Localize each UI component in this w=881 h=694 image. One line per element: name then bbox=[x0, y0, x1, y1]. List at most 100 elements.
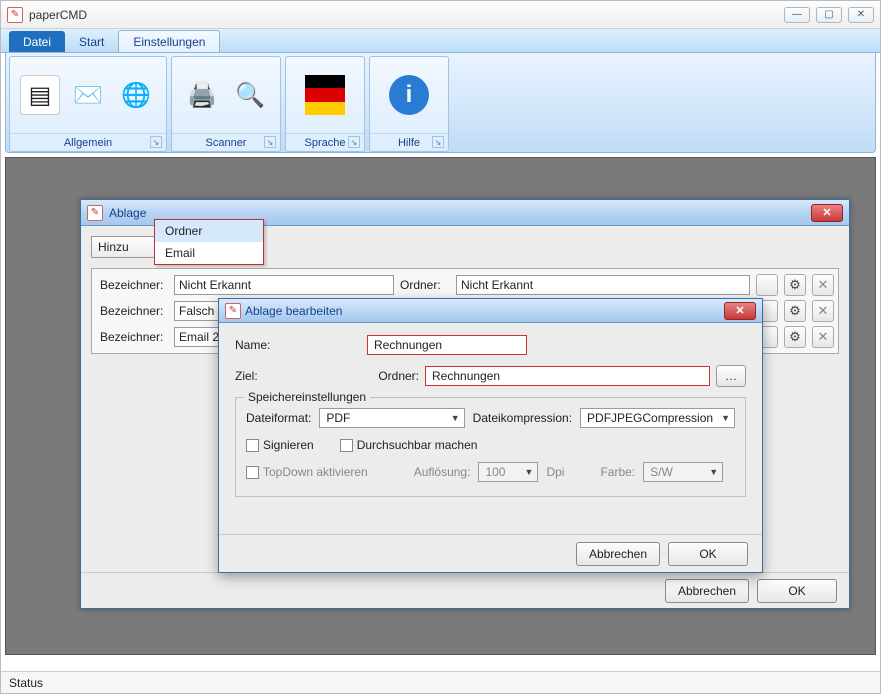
checkbox-icon bbox=[340, 439, 353, 452]
row-blank-button[interactable] bbox=[756, 274, 778, 296]
dialog-close-button[interactable]: ✕ bbox=[724, 302, 756, 320]
ziel-folder-label: Ordner: bbox=[367, 369, 419, 383]
row-delete-button[interactable]: ✕ bbox=[812, 300, 834, 322]
chevron-down-icon: ▼ bbox=[525, 467, 534, 477]
name-label: Name: bbox=[235, 338, 289, 352]
tab-einstellungen[interactable]: Einstellungen bbox=[118, 30, 220, 52]
window-title: paperCMD bbox=[29, 8, 784, 22]
app-icon: ✎ bbox=[7, 7, 23, 23]
ziel-folder-input[interactable]: Rechnungen bbox=[425, 366, 710, 386]
launcher-icon[interactable]: ↘ bbox=[150, 136, 162, 148]
ribbon-group-sprache: Sprache ↘ bbox=[285, 56, 365, 152]
searchable-checkbox[interactable]: Durchsuchbar machen bbox=[340, 438, 478, 452]
dialog-icon: ✎ bbox=[225, 303, 241, 319]
ribbon-group-scanner: 🖨️ 🔍 Scanner ↘ bbox=[171, 56, 281, 152]
ribbon-group-allgemein: ▤ ✉️ 🌐 Allgemein ↘ bbox=[9, 56, 167, 152]
mail-icon[interactable]: ✉️ bbox=[68, 75, 108, 115]
info-icon[interactable]: i bbox=[389, 75, 429, 115]
ziel-label: Ziel: bbox=[235, 369, 289, 383]
resolution-combo: 100 ▼ bbox=[478, 462, 538, 482]
row-gear-button[interactable]: ⚙ bbox=[784, 274, 806, 296]
row-delete-button[interactable]: ✕ bbox=[812, 326, 834, 348]
scanner-icon[interactable]: 🖨️ bbox=[182, 75, 222, 115]
dialog-body: Name: Rechnungen Ziel: Ordner: Rechnunge… bbox=[219, 323, 762, 534]
compression-label: Dateikompression: bbox=[473, 411, 572, 425]
ablage-icon: ✎ bbox=[87, 205, 103, 221]
row-gear-button[interactable]: ⚙ bbox=[784, 300, 806, 322]
dialog-title: Ablage bearbeiten bbox=[245, 304, 724, 318]
ribbon-label-scanner: Scanner bbox=[206, 137, 247, 149]
dpi-label: Dpi bbox=[546, 465, 564, 479]
row-delete-button[interactable]: ✕ bbox=[812, 274, 834, 296]
storage-groupbox: Speichereinstellungen Dateiformat: PDF ▼… bbox=[235, 397, 746, 497]
browse-button[interactable]: … bbox=[716, 365, 746, 387]
minimize-button[interactable]: — bbox=[784, 7, 810, 23]
add-button-label: Hinzu bbox=[98, 240, 129, 254]
ablage-cancel-button[interactable]: Abbrechen bbox=[665, 579, 749, 603]
ablage-close-button[interactable]: ✕ bbox=[811, 204, 843, 222]
col-label-bezeichner: Bezeichner: bbox=[96, 330, 168, 344]
network-icon[interactable]: 🌐 bbox=[116, 75, 156, 115]
flag-de-icon[interactable] bbox=[305, 75, 345, 115]
searchable-label: Durchsuchbar machen bbox=[357, 438, 478, 452]
ablage-title: Ablage bbox=[109, 206, 811, 220]
ribbon-group-hilfe: i Hilfe ↘ bbox=[369, 56, 449, 152]
ribbon-label-hilfe: Hilfe bbox=[398, 137, 420, 149]
fileformat-combo[interactable]: PDF ▼ bbox=[319, 408, 464, 428]
resolution-value: 100 bbox=[485, 465, 505, 479]
name-input[interactable]: Rechnungen bbox=[367, 335, 527, 355]
close-button[interactable]: ✕ bbox=[848, 7, 874, 23]
col-label-ordner: Ordner: bbox=[400, 278, 450, 292]
row-folder[interactable]: Nicht Erkannt bbox=[456, 275, 750, 295]
chevron-down-icon: ▼ bbox=[721, 413, 730, 423]
compression-value: PDFJPEGCompression bbox=[587, 411, 713, 425]
compression-combo[interactable]: PDFJPEGCompression ▼ bbox=[580, 408, 735, 428]
window-titlebar: ✎ paperCMD — ▢ ✕ bbox=[1, 1, 880, 29]
dialog-cancel-button[interactable]: Abbrechen bbox=[576, 542, 660, 566]
color-label: Farbe: bbox=[600, 465, 635, 479]
row-gear-button[interactable]: ⚙ bbox=[784, 326, 806, 348]
launcher-icon[interactable]: ↘ bbox=[264, 136, 276, 148]
col-label-bezeichner: Bezeichner: bbox=[96, 304, 168, 318]
dialog-titlebar: ✎ Ablage bearbeiten ✕ bbox=[219, 299, 762, 323]
topdown-label: TopDown aktivieren bbox=[263, 465, 368, 479]
dialog-ok-button[interactable]: OK bbox=[668, 542, 748, 566]
ctx-item-email[interactable]: Email bbox=[155, 242, 263, 264]
menu-tabs: Datei Start Einstellungen bbox=[1, 29, 880, 53]
col-label-bezeichner: Bezeichner: bbox=[96, 278, 168, 292]
checkbox-icon bbox=[246, 466, 259, 479]
ablage-footer: Abbrechen OK bbox=[81, 572, 849, 608]
topdown-checkbox[interactable]: TopDown aktivieren bbox=[246, 465, 368, 479]
tab-start[interactable]: Start bbox=[65, 31, 118, 52]
workspace: ✎ Ablage ✕ Hinzu Ordner Email Bezeichner… bbox=[5, 157, 876, 655]
color-combo: S/W ▼ bbox=[643, 462, 723, 482]
launcher-icon[interactable]: ↘ bbox=[432, 136, 444, 148]
scanner2-icon[interactable]: 🔍 bbox=[230, 75, 270, 115]
launcher-icon[interactable]: ↘ bbox=[348, 136, 360, 148]
fileformat-value: PDF bbox=[326, 411, 350, 425]
resolution-label: Auflösung: bbox=[414, 465, 471, 479]
sign-label: Signieren bbox=[263, 438, 314, 452]
fileformat-label: Dateiformat: bbox=[246, 411, 311, 425]
color-value: S/W bbox=[650, 465, 673, 479]
name-value: Rechnungen bbox=[374, 338, 442, 352]
doc-icon[interactable]: ▤ bbox=[20, 75, 60, 115]
edit-dialog: ✎ Ablage bearbeiten ✕ Name: Rechnungen Z… bbox=[218, 298, 763, 573]
maximize-button[interactable]: ▢ bbox=[816, 7, 842, 23]
ribbon: ▤ ✉️ 🌐 Allgemein ↘ 🖨️ 🔍 Scanner ↘ Sprach bbox=[5, 53, 876, 153]
ribbon-label-sprache: Sprache bbox=[305, 137, 346, 149]
add-context-menu: Ordner Email bbox=[154, 219, 264, 265]
status-bar: Status bbox=[1, 671, 880, 693]
ribbon-label-allgemein: Allgemein bbox=[64, 137, 112, 149]
add-button[interactable]: Hinzu bbox=[91, 236, 157, 258]
ctx-item-ordner[interactable]: Ordner bbox=[155, 220, 263, 242]
chevron-down-icon: ▼ bbox=[709, 467, 718, 477]
row-name[interactable]: Nicht Erkannt bbox=[174, 275, 394, 295]
ablage-ok-button[interactable]: OK bbox=[757, 579, 837, 603]
status-text: Status bbox=[9, 676, 43, 690]
dialog-footer: Abbrechen OK bbox=[219, 534, 762, 572]
chevron-down-icon: ▼ bbox=[451, 413, 460, 423]
checkbox-icon bbox=[246, 439, 259, 452]
sign-checkbox[interactable]: Signieren bbox=[246, 438, 314, 452]
tab-datei[interactable]: Datei bbox=[9, 31, 65, 52]
